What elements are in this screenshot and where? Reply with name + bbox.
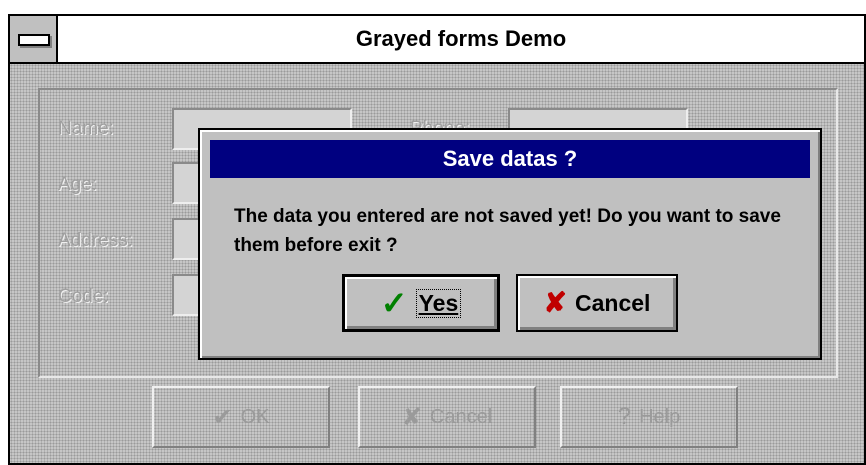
cancel-button-label: Cancel bbox=[429, 405, 493, 428]
ok-button-label: OK bbox=[240, 405, 270, 428]
window-title: Grayed forms Demo bbox=[355, 26, 567, 51]
dialog-message: The data you entered are not saved yet! … bbox=[234, 206, 781, 256]
help-button: ? Help bbox=[560, 386, 738, 448]
question-icon: ? bbox=[617, 403, 632, 430]
x-icon: ✘ bbox=[543, 287, 568, 318]
dialog-cancel-label: Cancel bbox=[575, 289, 651, 316]
system-menu-button[interactable] bbox=[10, 16, 58, 62]
yes-button[interactable]: ✓ Yes bbox=[342, 274, 500, 332]
dialog-title[interactable]: Save datas ? bbox=[210, 140, 810, 178]
yes-button-focus: Yes bbox=[415, 288, 462, 318]
check-icon: ✔ bbox=[212, 403, 233, 431]
check-icon: ✓ bbox=[380, 285, 408, 321]
cancel-button: ✘ Cancel bbox=[358, 386, 536, 448]
help-button-label: Help bbox=[639, 405, 681, 428]
yes-button-label: Yes bbox=[418, 289, 459, 316]
system-menu-icon bbox=[18, 34, 50, 46]
title-bar[interactable]: Grayed forms Demo bbox=[10, 16, 864, 64]
x-icon: ✘ bbox=[401, 403, 422, 431]
code-label: Code: bbox=[58, 286, 109, 307]
age-label: Age: bbox=[58, 174, 98, 195]
save-dialog: Save datas ? The data you entered are no… bbox=[198, 128, 822, 360]
dialog-cancel-button[interactable]: ✘ Cancel bbox=[516, 274, 678, 332]
ok-button: ✔ OK bbox=[152, 386, 330, 448]
address-label: Address: bbox=[58, 230, 133, 251]
name-label: Name: bbox=[58, 118, 114, 139]
